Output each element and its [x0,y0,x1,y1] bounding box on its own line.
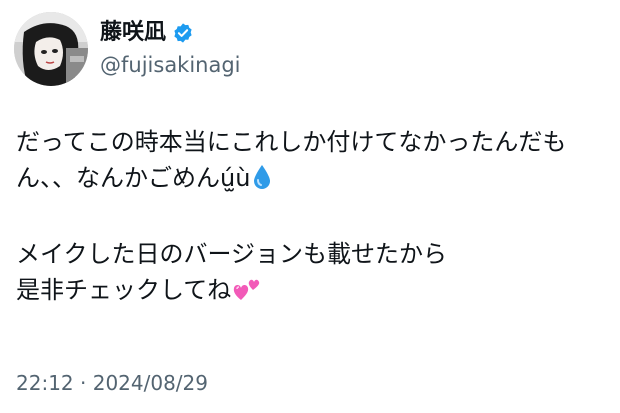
tweet-card: 藤咲凪 @fujisakinagi だってこの時本当にこれしか付けてなかったんだ… [0,0,620,413]
tweet-header: 藤咲凪 @fujisakinagi [14,12,241,86]
tweet-time[interactable]: 22:12 [16,371,74,395]
tweet-line-1-text: だってこの時本当にこれしか付けてなかったんだも [16,128,567,156]
tweet-line-1: だってこの時本当にこれしか付けてなかったんだも [16,124,612,160]
user-names: 藤咲凪 @fujisakinagi [100,18,241,80]
meta-separator: · [73,371,93,395]
display-name[interactable]: 藤咲凪 [100,19,166,47]
tweet-line-3-text: メイクした日のバージョンも載せたから [16,240,448,268]
tweet-line-4-text: 是非チェックしてね [16,276,232,304]
tweet-line-3: メイクした日のバージョンも載せたから [16,236,612,272]
verified-badge-icon [172,22,194,44]
tweet-line-2-text: ん、、なんかごめんú̫ù [16,164,251,192]
user-handle[interactable]: @fujisakinagi [100,50,241,80]
avatar-photo [14,12,88,86]
avatar[interactable] [14,12,88,86]
two-hearts-icon [233,276,261,312]
tweet-date[interactable]: 2024/08/29 [93,371,208,395]
droplet-icon [252,164,272,200]
tweet-text: だってこの時本当にこれしか付けてなかったんだも ん、、なんかごめんú̫ù メイク… [16,124,612,312]
display-name-row: 藤咲凪 [100,18,241,48]
tweet-line-2: ん、、なんかごめんú̫ù [16,160,612,200]
tweet-meta: 22:12 · 2024/08/29 [16,368,208,398]
tweet-line-4: 是非チェックしてね [16,272,612,312]
